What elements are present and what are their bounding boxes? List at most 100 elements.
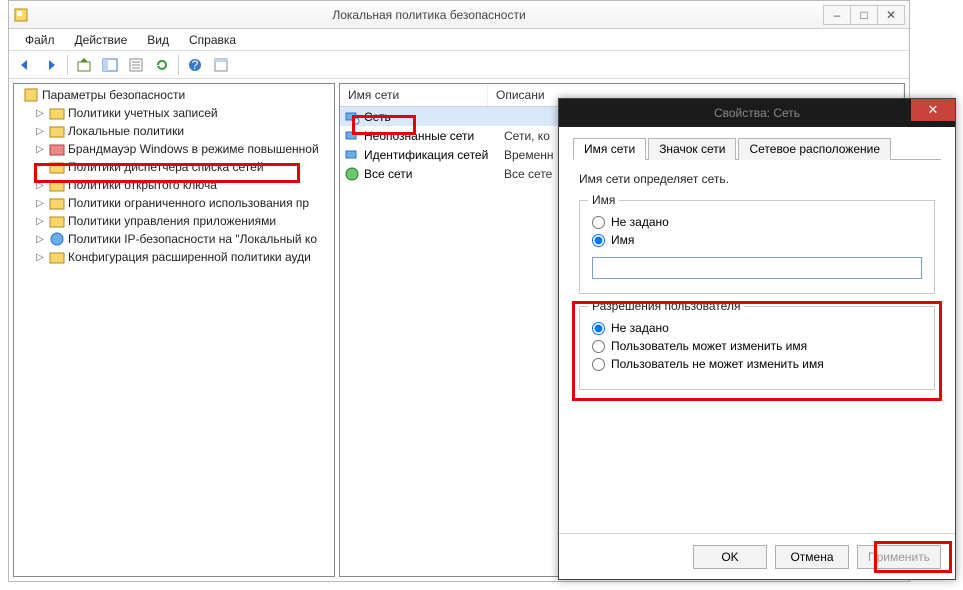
close-button[interactable]: ✕ <box>877 5 905 25</box>
folder-icon <box>49 105 65 121</box>
properties-button[interactable] <box>209 53 233 77</box>
dialog-description: Имя сети определяет сеть. <box>579 172 935 186</box>
expand-icon[interactable]: ▷ <box>34 126 46 137</box>
radio-name-notset-label: Не задано <box>611 215 669 229</box>
tab-network-location[interactable]: Сетевое расположение <box>738 138 891 160</box>
network-icon <box>344 109 360 125</box>
radio-perm-can-input[interactable] <box>592 340 605 353</box>
maximize-button[interactable]: □ <box>850 5 878 25</box>
expand-icon[interactable]: ▷ <box>34 180 46 191</box>
tree-label[interactable]: Политики учетных записей <box>68 106 218 120</box>
titlebar: Локальная политика безопасности – □ ✕ <box>9 1 909 29</box>
tree-item[interactable]: ▷ Политики открытого ключа <box>16 176 332 194</box>
radio-name-name-input[interactable] <box>592 234 605 247</box>
dialog-button-bar: OK Отмена Применить <box>559 533 955 579</box>
properties-dialog: Свойства: Сеть ✕ Имя сети Значок сети Се… <box>558 98 956 580</box>
tree-item[interactable]: ▷ Конфигурация расширенной политики ауди <box>16 248 332 266</box>
expand-icon[interactable]: ▷ <box>34 198 46 209</box>
toolbar-separator <box>67 55 68 75</box>
tab-network-icon[interactable]: Значок сети <box>648 138 736 160</box>
folder-icon <box>49 249 65 265</box>
radio-name-name-label: Имя <box>611 233 634 247</box>
folder-icon <box>49 213 65 229</box>
toolbar: ? <box>9 51 909 79</box>
export-list-button[interactable] <box>124 53 148 77</box>
refresh-button[interactable] <box>150 53 174 77</box>
list-cell-name: Идентификация сетей <box>364 148 504 162</box>
app-icon <box>13 7 29 23</box>
show-hide-tree-button[interactable] <box>98 53 122 77</box>
radio-perm-notset[interactable]: Не задано <box>592 321 922 335</box>
group-name: Имя Не задано Имя <box>579 200 935 294</box>
minimize-button[interactable]: – <box>823 5 851 25</box>
tree-label[interactable]: Политики IP-безопасности на "Локальный к… <box>68 232 317 246</box>
tree-root-label[interactable]: Параметры безопасности <box>42 88 185 102</box>
list-header-name[interactable]: Имя сети <box>340 84 488 106</box>
tree-item[interactable]: ▷ Политики ограниченного использования пр <box>16 194 332 212</box>
tree-label[interactable]: Брандмауэр Windows в режиме повышенной <box>68 142 319 156</box>
tree-label[interactable]: Конфигурация расширенной политики ауди <box>68 250 311 264</box>
radio-perm-cannot[interactable]: Пользователь не может изменить имя <box>592 357 922 371</box>
menu-action[interactable]: Действие <box>65 31 138 49</box>
ipsec-icon <box>49 231 65 247</box>
dialog-close-button[interactable]: ✕ <box>911 99 955 121</box>
network-icon <box>344 147 360 163</box>
dialog-titlebar: Свойства: Сеть ✕ <box>559 99 955 127</box>
folder-icon <box>49 195 65 211</box>
radio-perm-notset-label: Не задано <box>611 321 669 335</box>
shield-icon <box>23 87 39 103</box>
folder-icon <box>49 123 65 139</box>
expand-icon[interactable]: ▷ <box>34 234 46 245</box>
network-name-input[interactable] <box>592 257 922 279</box>
network-icon <box>344 166 360 182</box>
back-button[interactable] <box>13 53 37 77</box>
group-permissions-title: Разрешения пользователя <box>588 299 744 313</box>
radio-name-notset-input[interactable] <box>592 216 605 229</box>
tab-network-name[interactable]: Имя сети <box>573 138 646 160</box>
up-button[interactable] <box>72 53 96 77</box>
tree-item-selected[interactable]: Политики диспетчера списка сетей <box>16 158 332 176</box>
dialog-title: Свойства: Сеть <box>714 106 800 120</box>
window-title: Локальная политика безопасности <box>35 8 823 22</box>
expand-spacer <box>34 162 46 173</box>
radio-name-notset[interactable]: Не задано <box>592 215 922 229</box>
svg-text:?: ? <box>192 58 199 72</box>
ok-button[interactable]: OK <box>693 545 767 569</box>
tree-item[interactable]: ▷ Политики учетных записей <box>16 104 332 122</box>
radio-perm-can[interactable]: Пользователь может изменить имя <box>592 339 922 353</box>
radio-name-name[interactable]: Имя <box>592 233 922 247</box>
list-cell-name: Все сети <box>364 167 504 181</box>
cancel-button[interactable]: Отмена <box>775 545 849 569</box>
tree-pane[interactable]: Параметры безопасности ▷ Политики учетных… <box>13 83 335 577</box>
expand-icon[interactable]: ▷ <box>34 108 46 119</box>
tree-label[interactable]: Политики открытого ключа <box>68 178 217 192</box>
tree-label[interactable]: Локальные политики <box>68 124 184 138</box>
tree-item[interactable]: ▷ Локальные политики <box>16 122 332 140</box>
tree-label[interactable]: Политики управления приложениями <box>68 214 276 228</box>
radio-perm-can-label: Пользователь может изменить имя <box>611 339 807 353</box>
tree-item[interactable]: ▷ Политики IP-безопасности на "Локальный … <box>16 230 332 248</box>
radio-perm-notset-input[interactable] <box>592 322 605 335</box>
tree-item[interactable]: ▷ Политики управления приложениями <box>16 212 332 230</box>
menu-file[interactable]: Файл <box>15 31 65 49</box>
list-cell-name: Неопознанные сети <box>364 129 504 143</box>
tree-item[interactable]: ▷ Брандмауэр Windows в режиме повышенной <box>16 140 332 158</box>
tabstrip: Имя сети Значок сети Сетевое расположени… <box>573 137 941 160</box>
expand-icon[interactable]: ▷ <box>34 252 46 263</box>
firewall-icon <box>49 141 65 157</box>
menu-help[interactable]: Справка <box>179 31 246 49</box>
tree-label[interactable]: Политики ограниченного использования пр <box>68 196 309 210</box>
toolbar-separator <box>178 55 179 75</box>
help-button[interactable]: ? <box>183 53 207 77</box>
expand-icon[interactable]: ▷ <box>34 144 46 155</box>
tree-root-item[interactable]: Параметры безопасности <box>16 86 332 104</box>
expand-icon[interactable]: ▷ <box>34 216 46 227</box>
radio-perm-cannot-label: Пользователь не может изменить имя <box>611 357 824 371</box>
network-icon <box>344 128 360 144</box>
tree-label[interactable]: Политики диспетчера списка сетей <box>68 160 264 174</box>
forward-button[interactable] <box>39 53 63 77</box>
apply-button[interactable]: Применить <box>857 545 941 569</box>
group-permissions: Разрешения пользователя Не задано Пользо… <box>579 306 935 390</box>
radio-perm-cannot-input[interactable] <box>592 358 605 371</box>
menu-view[interactable]: Вид <box>137 31 179 49</box>
